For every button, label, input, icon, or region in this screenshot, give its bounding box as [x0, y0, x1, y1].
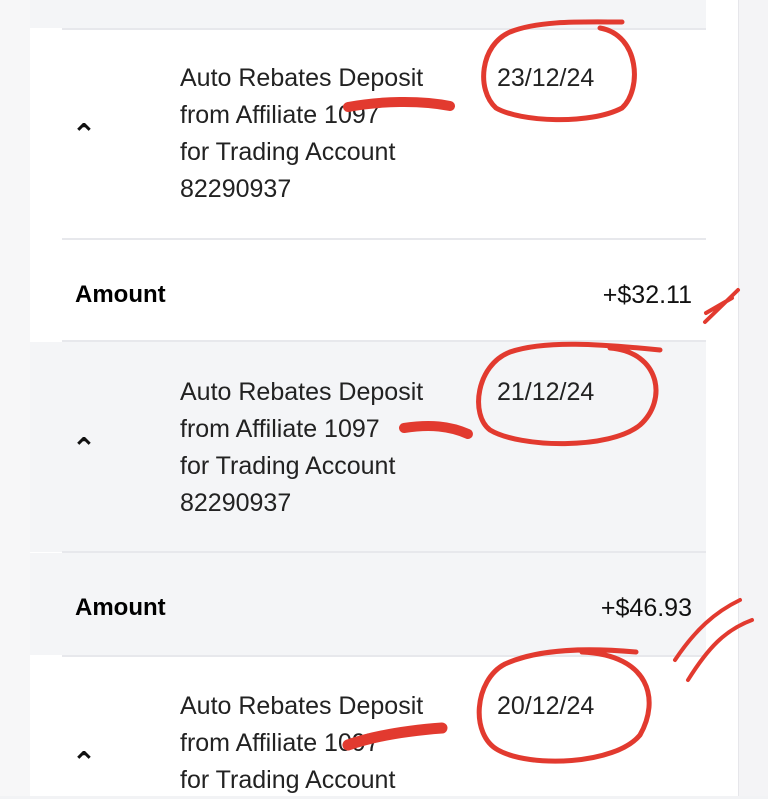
description-line: from Affiliate 1097 [180, 101, 380, 129]
description-line: for Trading Account [180, 138, 396, 166]
description-line: Auto Rebates Deposit [180, 692, 424, 720]
description-line: Auto Rebates Deposit [180, 64, 424, 92]
chevron-up-icon[interactable]: ⌃ [70, 435, 98, 465]
amount-value: +$46.93 [600, 594, 692, 622]
description-line: for Trading Account [180, 766, 396, 794]
transaction-description: Auto Rebates Deposit from Affiliate 1097… [180, 374, 470, 522]
transaction-description: Auto Rebates Deposit from Affiliate 1097… [180, 688, 470, 799]
chevron-up-icon[interactable]: ⌃ [70, 121, 98, 151]
amount-label: Amount [75, 594, 166, 621]
transaction-date: 23/12/24 [497, 64, 595, 92]
description-line: from Affiliate 1097 [180, 729, 380, 757]
description-line: from Affiliate 1097 [180, 415, 380, 443]
account-number: 82290937 [180, 489, 292, 517]
description-line: Auto Rebates Deposit [180, 378, 424, 406]
divider [62, 28, 706, 30]
transaction-date: 21/12/24 [497, 378, 595, 406]
description-line: for Trading Account [180, 452, 396, 480]
account-number: 82290937 [180, 175, 292, 203]
left-gutter [0, 0, 30, 796]
amount-label: Amount [75, 281, 166, 308]
right-gutter [738, 0, 768, 796]
chevron-up-icon[interactable]: ⌃ [70, 749, 98, 779]
transaction-description: Auto Rebates Deposit from Affiliate 1097… [180, 60, 470, 208]
transaction-date: 20/12/24 [497, 692, 595, 720]
previous-row-edge [30, 0, 706, 28]
amount-value: +$32.11 [602, 281, 692, 309]
